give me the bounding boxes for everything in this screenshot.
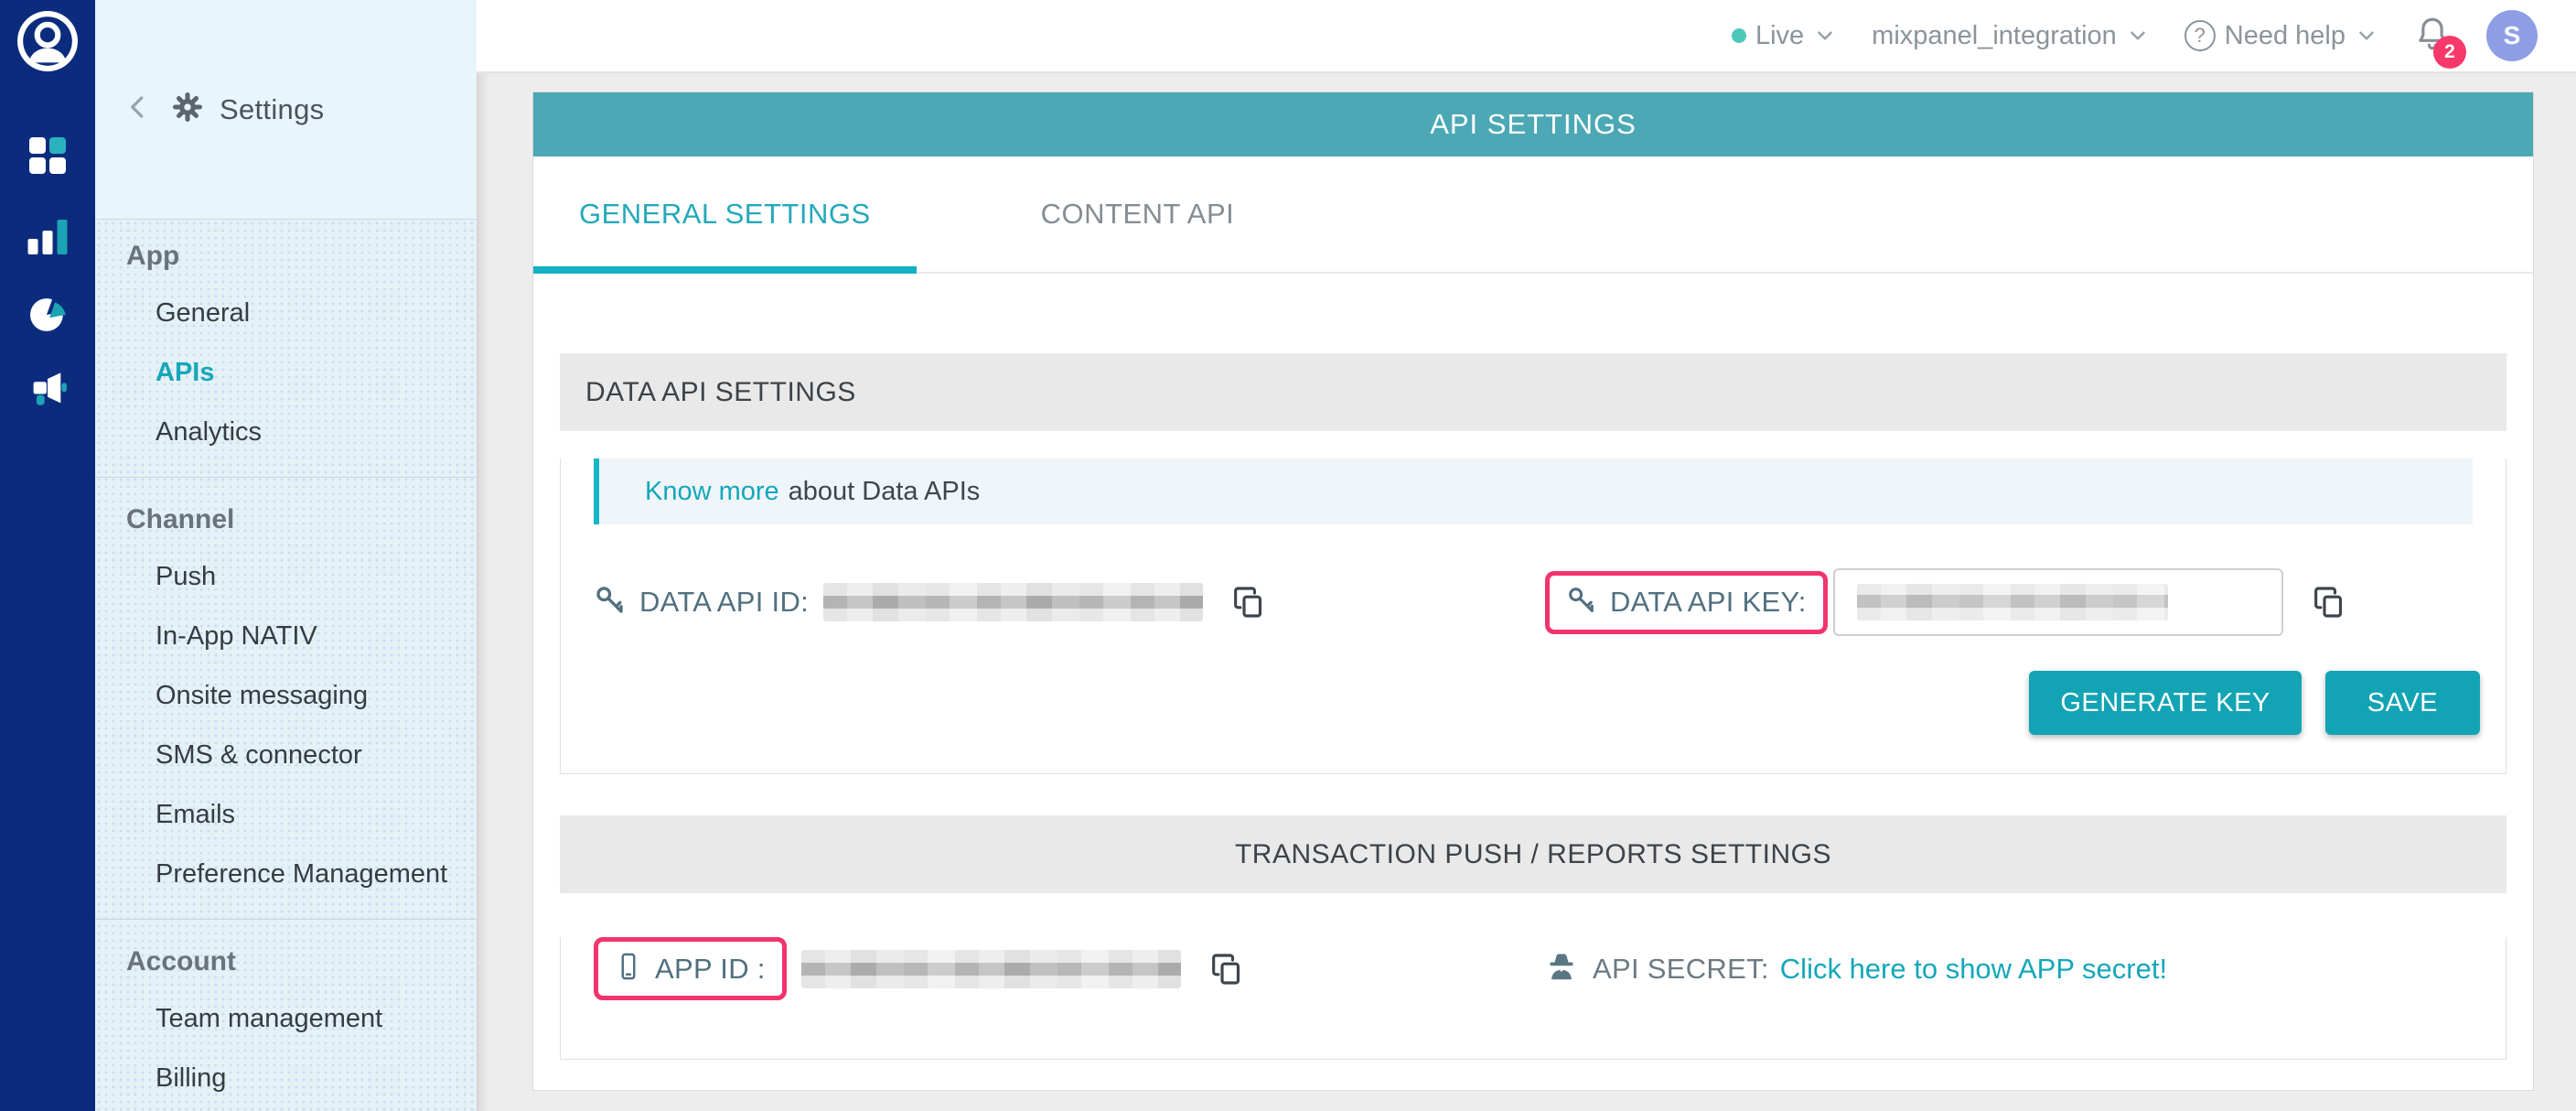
data-api-row: DATA API ID: <box>594 568 2473 636</box>
need-help-menu[interactable]: ? Need help <box>2184 20 2378 51</box>
notifications-button[interactable]: 2 <box>2413 15 2452 58</box>
sidebar-item-analytics[interactable]: Analytics <box>95 403 477 462</box>
api-settings-card: API SETTINGS GENERAL SETTINGS CONTENT AP… <box>532 92 2534 1091</box>
app-id-group: APP ID : <box>594 937 1545 1000</box>
sidebar-item-preference-management[interactable]: Preference Management <box>95 845 477 904</box>
show-app-secret-link[interactable]: Click here to show APP secret! <box>1780 953 2167 986</box>
notification-count-badge: 2 <box>2433 36 2466 69</box>
tab-bar: GENERAL SETTINGS CONTENT API <box>533 156 2533 274</box>
data-api-key-input[interactable] <box>1833 568 2283 636</box>
sidebar-item-sms-connector[interactable]: SMS & connector <box>95 726 477 785</box>
campaigns-megaphone-icon[interactable] <box>27 370 68 413</box>
sidebar-title: Settings <box>220 93 324 126</box>
copy-data-api-key-button[interactable] <box>2311 584 2347 620</box>
project-dropdown[interactable]: mixpanel_integration <box>1872 21 2150 51</box>
redacted-data-api-key-value <box>1857 584 2168 620</box>
tab-general-settings[interactable]: GENERAL SETTINGS <box>533 156 917 272</box>
transaction-panel: APP ID : <box>560 937 2506 1060</box>
app-id-label: APP ID : <box>655 953 766 986</box>
sidebar-item-push[interactable]: Push <box>95 547 477 607</box>
transaction-section-header: TRANSACTION PUSH / REPORTS SETTINGS <box>560 815 2506 893</box>
copy-icon <box>1230 584 1267 620</box>
sidebar-item-team-management[interactable]: Team management <box>95 989 477 1049</box>
redacted-data-api-id-value <box>823 583 1203 621</box>
key-icon <box>1566 585 1597 620</box>
section-header-account: Account <box>95 934 477 989</box>
data-api-key-group: DATA API KEY: <box>1545 568 2347 636</box>
redacted-app-id-value <box>801 950 1181 988</box>
data-api-key-label: DATA API KEY: <box>1610 586 1807 619</box>
settings-sidebar-header: Settings <box>95 0 477 220</box>
generate-key-button[interactable]: GENERATE KEY <box>2029 671 2301 735</box>
live-status-dot <box>1732 28 1746 43</box>
app-id-highlight-box: APP ID : <box>594 937 787 1000</box>
phone-icon <box>615 951 642 987</box>
sidebar-divider <box>95 477 477 478</box>
section-header-channel: Channel <box>95 492 477 547</box>
topbar: Live mixpanel_integration ? Need help 2 … <box>477 0 2576 73</box>
copy-icon <box>2311 584 2347 620</box>
analytics-bars-icon[interactable] <box>28 220 68 254</box>
gear-icon <box>172 92 203 127</box>
back-chevron-icon[interactable] <box>124 93 152 125</box>
sidebar-item-inapp-nativ[interactable]: In-App NATIV <box>95 607 477 666</box>
settings-sidebar: Settings App General APIs Analytics Chan… <box>95 0 477 1111</box>
chevron-down-icon <box>2126 24 2150 48</box>
section-header-app: App <box>95 229 477 284</box>
data-api-id-label: DATA API ID: <box>639 586 809 619</box>
settings-nav: App General APIs Analytics Channel Push … <box>95 220 477 1111</box>
help-icon: ? <box>2184 20 2216 51</box>
modules-grid-icon[interactable] <box>29 137 66 174</box>
sidebar-divider <box>95 919 477 920</box>
data-api-key-highlight-box: DATA API KEY: <box>1545 571 1828 634</box>
sidebar-item-general[interactable]: General <box>95 284 477 343</box>
segments-pie-icon[interactable] <box>28 295 67 338</box>
copy-app-id-button[interactable] <box>1208 951 1245 987</box>
api-secret-label: API SECRET: <box>1593 953 1769 986</box>
copy-icon <box>1208 951 1245 987</box>
data-api-actions: GENERATE KEY SAVE <box>561 671 2480 735</box>
copy-data-api-id-button[interactable] <box>1230 584 1267 620</box>
main-area: API SETTINGS GENERAL SETTINGS CONTENT AP… <box>477 73 2576 1111</box>
transaction-row: APP ID : <box>594 937 2473 1000</box>
chevron-down-icon <box>2355 24 2378 48</box>
user-avatar[interactable]: S <box>2486 10 2538 61</box>
page-title: API SETTINGS <box>533 92 2533 156</box>
api-secret-group: API SECRET: Click here to show APP secre… <box>1545 950 2167 987</box>
card-content: DATA API SETTINGS Know more about Data A… <box>533 353 2533 1060</box>
key-icon <box>594 584 627 621</box>
sidebar-item-apis[interactable]: APIs <box>95 343 477 403</box>
know-more-link[interactable]: Know more <box>645 477 779 507</box>
chevron-down-icon <box>1813 24 1837 48</box>
tab-content-api[interactable]: CONTENT API <box>995 156 1281 272</box>
secret-spy-icon <box>1545 950 1578 987</box>
sidebar-item-emails[interactable]: Emails <box>95 785 477 845</box>
sidebar-item-billing[interactable]: Billing <box>95 1049 477 1108</box>
need-help-label: Need help <box>2225 21 2345 51</box>
icon-rail <box>0 0 95 1111</box>
info-banner-text: about Data APIs <box>789 477 981 507</box>
save-button[interactable]: SAVE <box>2325 671 2480 735</box>
info-banner: Know more about Data APIs <box>594 458 2473 524</box>
data-api-section-header: DATA API SETTINGS <box>560 353 2506 431</box>
data-api-panel: Know more about Data APIs DATA API ID: <box>560 458 2506 774</box>
brand-logo[interactable] <box>17 11 78 76</box>
project-name: mixpanel_integration <box>1872 21 2117 51</box>
environment-dropdown[interactable]: Live <box>1732 21 1837 51</box>
data-api-id-group: DATA API ID: <box>594 583 1545 621</box>
person-logo-icon <box>17 11 78 71</box>
environment-label: Live <box>1755 21 1804 51</box>
sidebar-item-onsite-messaging[interactable]: Onsite messaging <box>95 666 477 726</box>
